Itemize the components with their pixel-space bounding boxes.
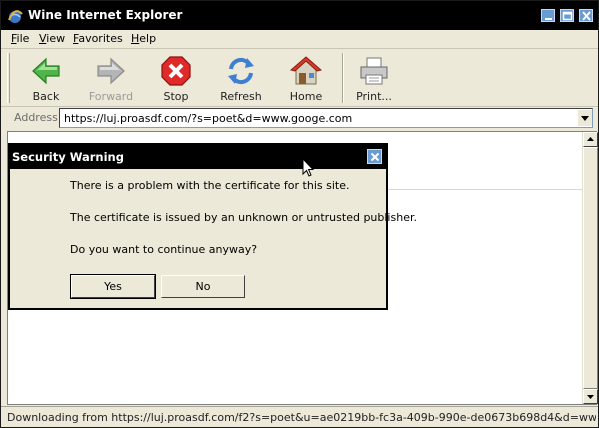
vertical-scrollbar[interactable]: [582, 132, 598, 404]
close-icon: [370, 152, 380, 162]
home-button[interactable]: Home: [277, 53, 335, 105]
toolbar: Back Forward Stop Refresh Home Print...: [1, 49, 598, 107]
dialog-message-publisher: The certificate is issued by an unknown …: [70, 211, 417, 224]
maximize-icon: [562, 11, 573, 21]
minimize-icon: [545, 18, 552, 20]
address-input[interactable]: https://luj.proasdf.com/?s=poet&d=www.go…: [59, 108, 593, 128]
maximize-button[interactable]: [560, 9, 574, 22]
yes-button[interactable]: Yes: [70, 274, 156, 299]
refresh-icon: [228, 57, 254, 85]
stop-icon: [161, 56, 191, 86]
scroll-down-button[interactable]: [583, 389, 598, 404]
scroll-thumb[interactable]: [583, 147, 598, 389]
address-label: Address: [14, 111, 58, 124]
refresh-button[interactable]: Refresh: [212, 53, 270, 105]
printer-icon: [360, 57, 388, 85]
status-text: Downloading from https://luj.proasdf.com…: [7, 411, 596, 424]
mouse-pointer-icon: [302, 158, 314, 177]
forward-button[interactable]: Forward: [82, 53, 140, 105]
print-button[interactable]: Print...: [345, 53, 403, 105]
menu-help[interactable]: Help: [131, 32, 156, 45]
page-frame: [388, 172, 586, 190]
ie-globe-icon: [8, 10, 23, 23]
scroll-up-button[interactable]: [583, 132, 598, 147]
security-warning-dialog: Security Warning There is a problem with…: [8, 143, 417, 310]
dialog-title-bar[interactable]: Security Warning: [10, 145, 386, 169]
menu-file[interactable]: File: [11, 32, 29, 45]
forward-arrow-icon: [97, 57, 125, 85]
dialog-title: Security Warning: [12, 150, 124, 164]
address-dropdown-button[interactable]: [578, 110, 592, 126]
back-arrow-icon: [32, 57, 60, 85]
status-bar: Downloading from https://luj.proasdf.com…: [1, 406, 598, 427]
dialog-message-problem: There is a problem with the certificate …: [70, 179, 350, 192]
toolbar-separator: [342, 53, 344, 103]
chevron-down-icon: [581, 116, 589, 121]
arrow-up-icon: [587, 137, 594, 141]
close-button[interactable]: [579, 9, 593, 22]
title-bar[interactable]: Wine Internet Explorer: [1, 1, 598, 30]
menu-favorites[interactable]: Favorites: [73, 32, 123, 45]
toolbar-grip[interactable]: [7, 53, 10, 103]
window-title: Wine Internet Explorer: [28, 8, 183, 22]
close-icon: [582, 11, 591, 21]
back-button[interactable]: Back: [17, 53, 75, 105]
stop-button[interactable]: Stop: [147, 53, 205, 105]
minimize-button[interactable]: [541, 9, 555, 22]
home-icon: [290, 56, 322, 85]
menu-view[interactable]: View: [39, 32, 65, 45]
menu-bar: File View Favorites Help: [1, 30, 598, 49]
no-button[interactable]: No: [161, 275, 245, 298]
address-bar: Address https://luj.proasdf.com/?s=poet&…: [1, 107, 598, 129]
arrow-down-icon: [587, 395, 594, 399]
dialog-close-button[interactable]: [367, 149, 382, 164]
dialog-message-question: Do you want to continue anyway?: [70, 243, 258, 256]
